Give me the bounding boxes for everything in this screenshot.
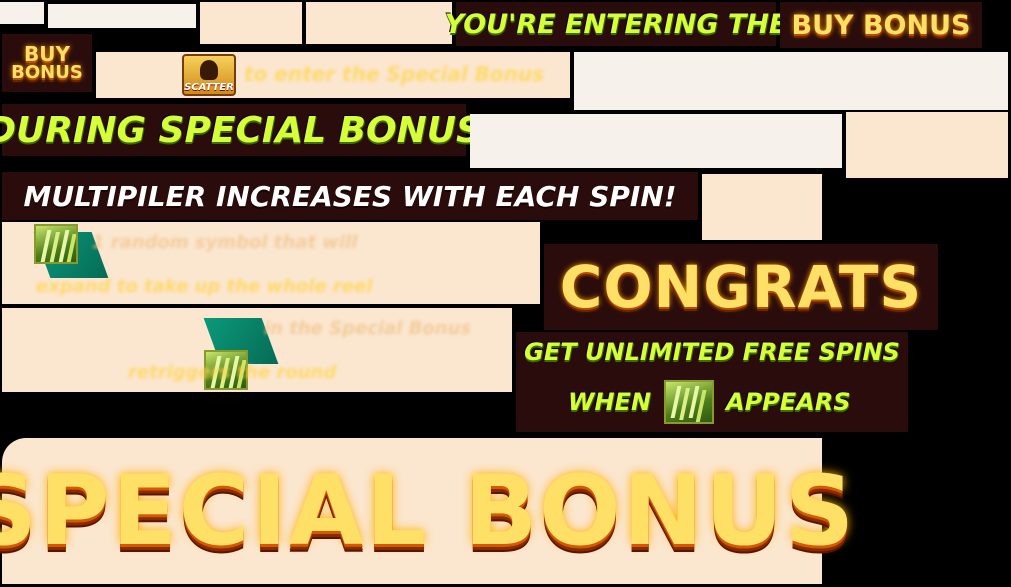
badge-line-buy: BUY xyxy=(24,42,70,66)
wild-grass-icon xyxy=(664,380,714,424)
during-bonus-text: DURING SPECIAL BONUS xyxy=(0,109,482,151)
buy-bonus-text: BUY BONUS xyxy=(791,9,971,41)
random-symbol-line2: expand to take up the whole reel xyxy=(36,276,373,297)
scatter-bird-icon: SCATTER xyxy=(182,54,236,96)
buy-bonus-banner: BUY BONUS xyxy=(780,2,982,48)
badge-line-bonus: BONUS xyxy=(11,62,83,83)
entering-banner: YOU'RE ENTERING THE xyxy=(445,2,787,46)
blank-tile xyxy=(470,114,842,168)
blank-tile xyxy=(574,52,1008,110)
wild-grass-icon xyxy=(34,224,78,264)
unlimited-line1: GET UNLIMITED FREE SPINS xyxy=(524,338,900,366)
multiplier-text: MULTIPILER INCREASES WITH EACH SPIN! xyxy=(23,179,677,213)
blank-tile xyxy=(0,2,44,24)
congrats-text: CONGRATS xyxy=(559,253,923,321)
unlimited-appears: APPEARS xyxy=(726,388,851,416)
special-bonus-panel: SPECIAL BONUS xyxy=(0,438,854,584)
entering-text: YOU'RE ENTERING THE xyxy=(444,8,788,40)
random-symbol-line1: 1 random symbol that will xyxy=(92,232,358,253)
blank-tile xyxy=(846,112,1008,178)
retrigger-line1: in the Special Bonus xyxy=(264,318,472,339)
special-bonus-title: SPECIAL BONUS xyxy=(0,455,857,567)
blank-tile xyxy=(702,174,822,240)
blank-tile xyxy=(48,4,196,28)
bird-silhouette xyxy=(200,60,218,80)
retrigger-line2: retriggers the round xyxy=(128,362,337,383)
blank-tile xyxy=(200,2,302,44)
blank-tile xyxy=(306,2,452,44)
unlimited-banner: GET UNLIMITED FREE SPINS WHEN APPEARS xyxy=(516,332,908,432)
unlimited-when: WHEN xyxy=(568,388,652,416)
scatter-hint-text: to enter the Special Bonus xyxy=(244,62,545,86)
during-bonus-banner: DURING SPECIAL BONUS xyxy=(0,104,482,156)
scatter-label: SCATTER xyxy=(184,82,234,93)
buy-bonus-badge: BUY BONUS xyxy=(2,34,92,92)
congrats-banner: CONGRATS xyxy=(544,244,938,330)
multiplier-banner: MULTIPILER INCREASES WITH EACH SPIN! xyxy=(2,172,698,220)
